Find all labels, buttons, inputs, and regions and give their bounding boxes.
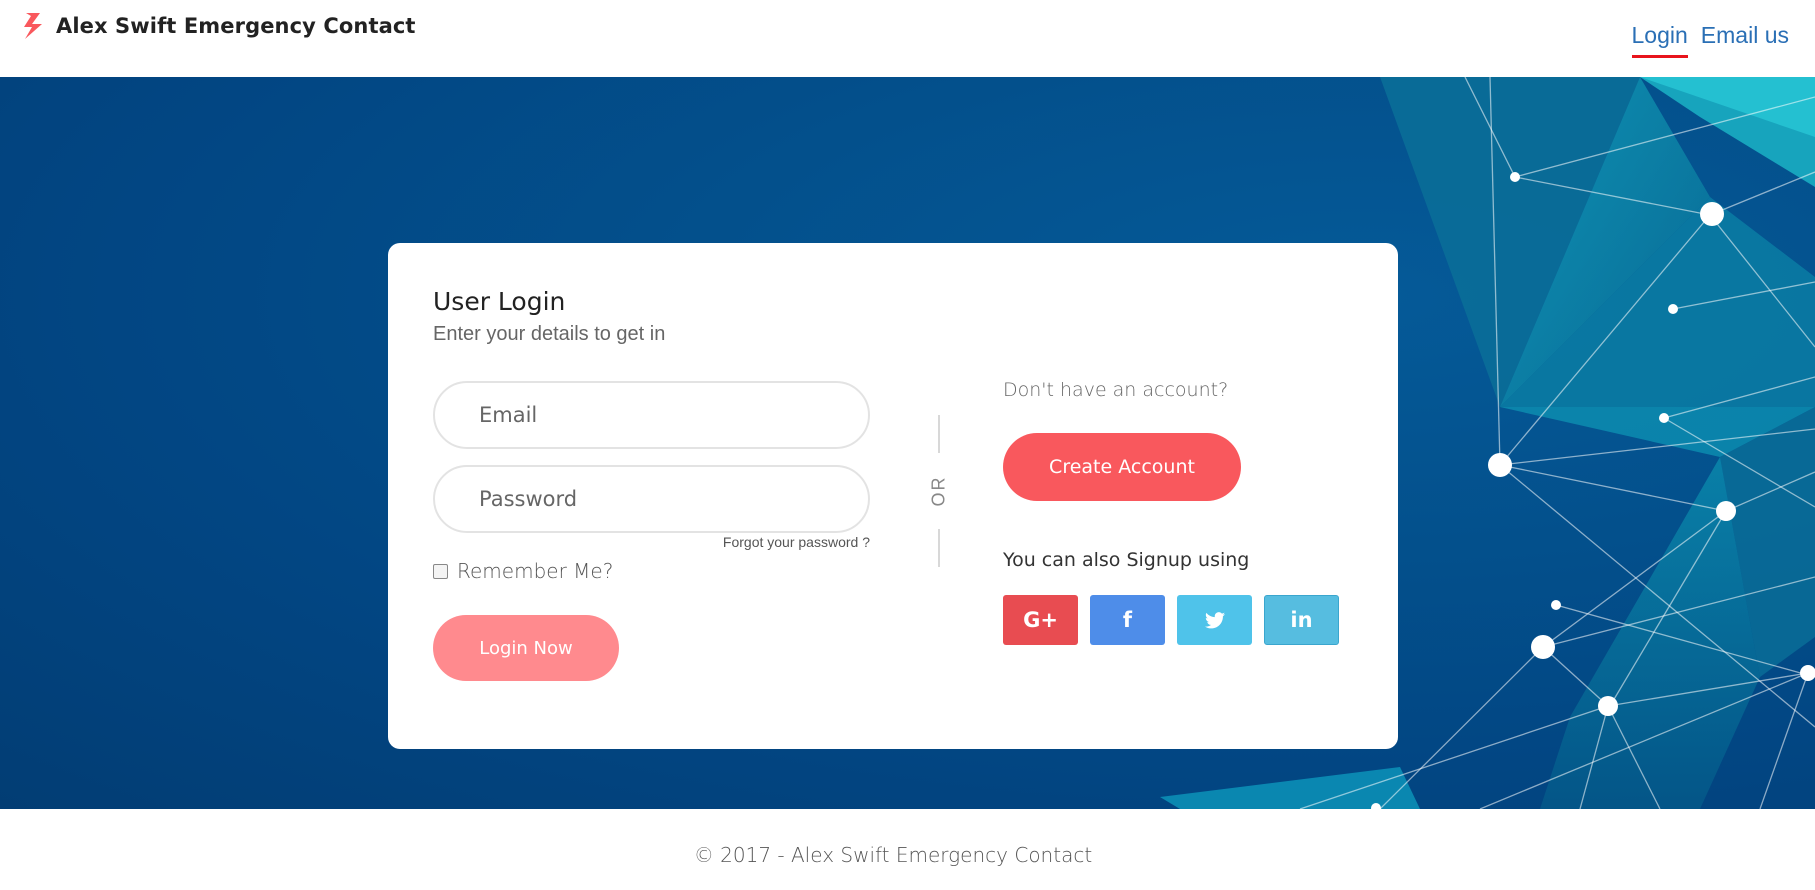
linkedin-icon: in — [1290, 608, 1313, 632]
divider-line — [938, 529, 940, 567]
nav-login-link[interactable]: Login — [1631, 22, 1688, 58]
email-field[interactable] — [433, 381, 870, 449]
no-account-prompt: Don't have an account? — [1003, 379, 1229, 401]
brand[interactable]: Alex Swift Emergency Contact — [22, 12, 416, 40]
footer-copyright: © 2017 - Alex Swift Emergency Contact — [693, 843, 1093, 867]
password-field[interactable] — [433, 465, 870, 533]
lightning-bolt-icon — [24, 13, 42, 39]
remember-me-checkbox[interactable] — [433, 563, 448, 579]
create-account-button[interactable]: Create Account — [1003, 433, 1241, 501]
or-divider: OR — [926, 469, 952, 513]
facebook-signup-button[interactable]: f — [1090, 595, 1165, 645]
nav-email-us-link[interactable]: Email us — [1701, 22, 1789, 55]
twitter-icon — [1204, 611, 1225, 628]
or-label: OR — [928, 475, 949, 507]
remember-me[interactable]: Remember Me? — [433, 559, 613, 583]
divider-line — [938, 415, 940, 453]
footer: © 2017 - Alex Swift Emergency Contact — [0, 809, 1815, 890]
google-plus-signup-button[interactable]: G+ — [1003, 595, 1078, 645]
social-signup-label: You can also Signup using — [1003, 549, 1250, 571]
brand-name: Alex Swift Emergency Contact — [56, 14, 416, 38]
login-button[interactable]: Login Now — [433, 615, 619, 681]
twitter-signup-button[interactable] — [1177, 595, 1252, 645]
hero-section: User Login Enter your details to get in … — [0, 77, 1815, 809]
google-plus-icon: G+ — [1023, 608, 1058, 632]
top-nav: Login Email us — [1619, 22, 1789, 58]
login-title: User Login — [433, 287, 566, 316]
facebook-icon: f — [1122, 608, 1133, 632]
login-subtitle: Enter your details to get in — [433, 323, 666, 345]
login-card: User Login Enter your details to get in … — [388, 243, 1398, 749]
linkedin-signup-button[interactable]: in — [1264, 595, 1339, 645]
remember-me-label: Remember Me? — [457, 559, 614, 583]
top-navbar: Alex Swift Emergency Contact Login Email… — [0, 0, 1815, 77]
forgot-password-link[interactable]: Forgot your password ? — [668, 534, 870, 550]
